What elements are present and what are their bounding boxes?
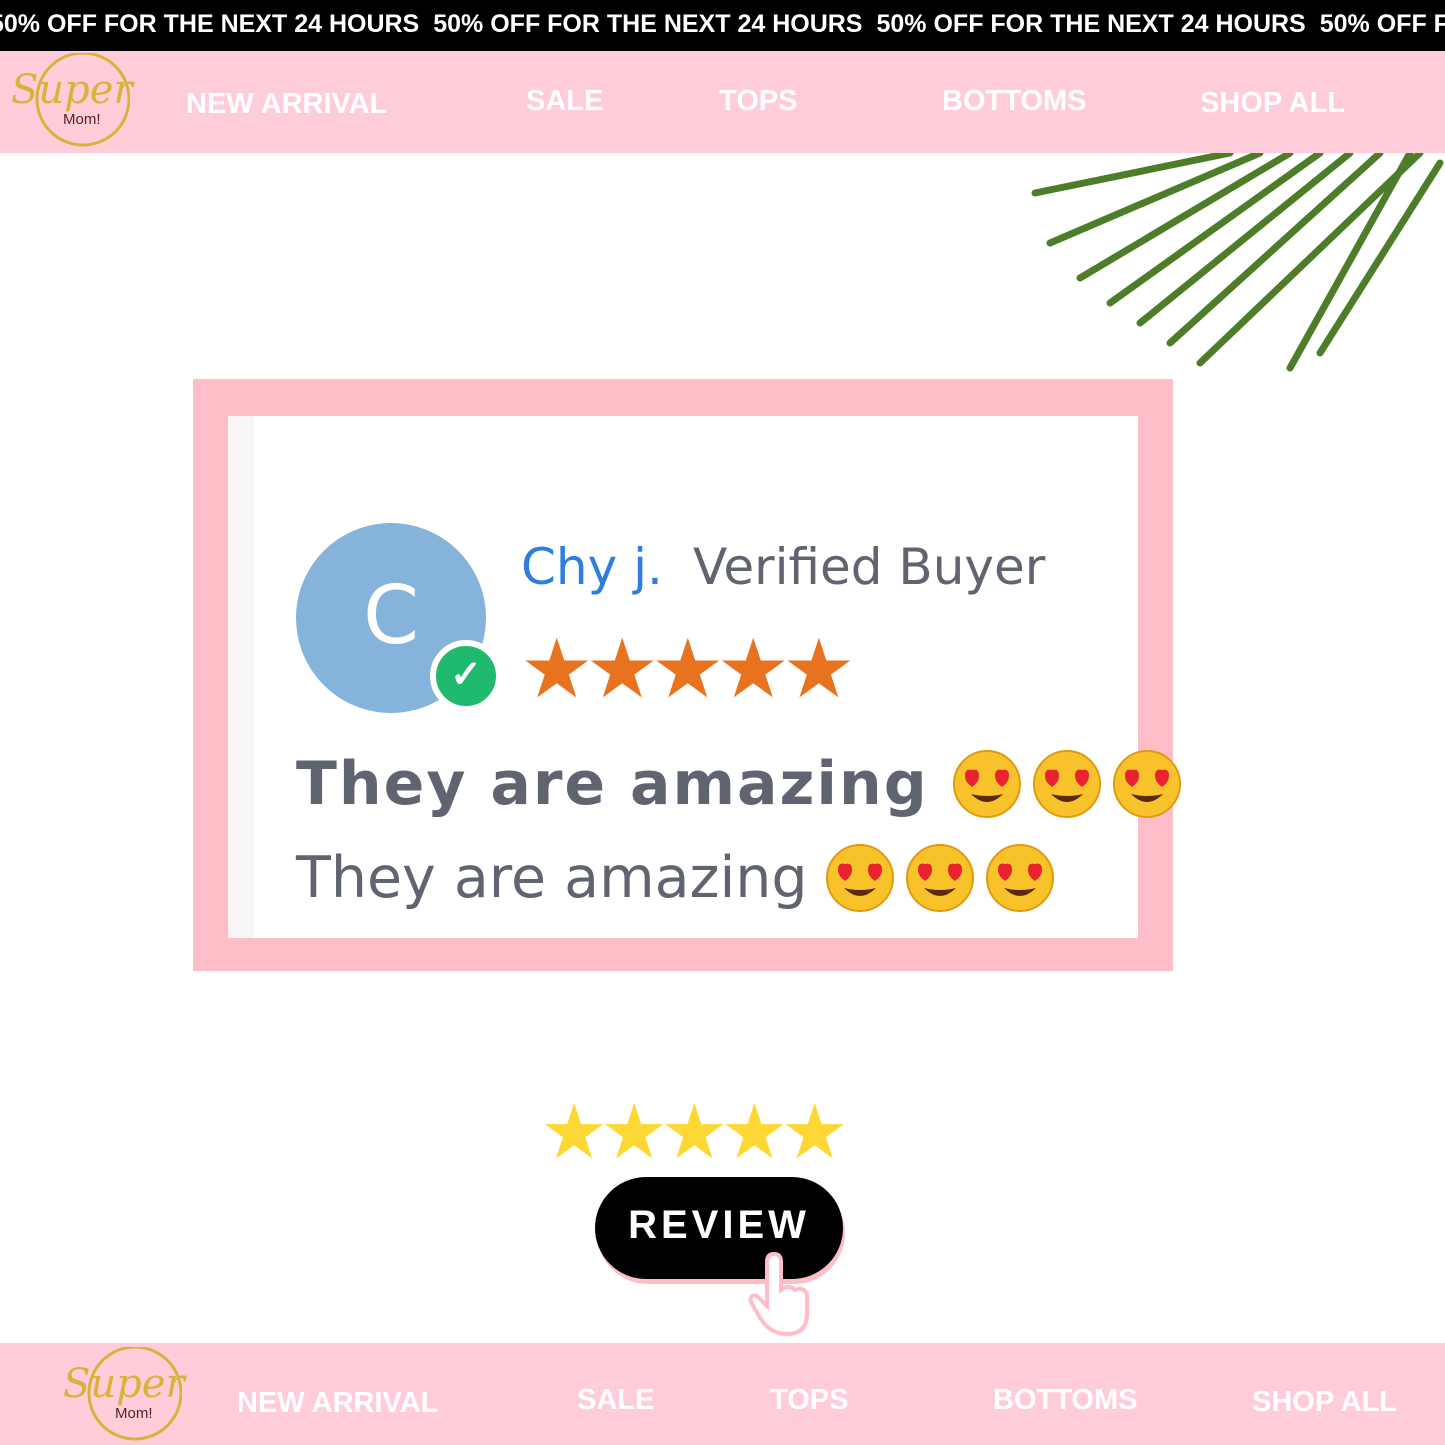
nav-tops[interactable]: TOPS [770,1384,848,1417]
promo-text: 50% OFF FOR THE NEXT 24 HOURS [876,10,1306,38]
nav-bottoms[interactable]: BOTTOMS [942,85,1086,118]
pointer-hand-icon [748,1251,809,1337]
star-icon: ★ [600,1090,668,1175]
logo[interactable]: Super Mom! [57,1347,185,1442]
nav-sale[interactable]: SALE [526,85,603,118]
review-text-line: They are amazing [296,749,929,819]
star-icon: ★ [651,624,724,715]
star-icon: ★ [660,1090,728,1175]
nav-tops[interactable]: TOPS [719,85,797,118]
nav-new-arrival[interactable]: NEW ARRIVAL [237,1387,438,1420]
logo-text: Super [63,1361,185,1407]
reviewer-name: Chy j. [521,538,663,596]
nav-bottoms[interactable]: BOTTOMS [993,1384,1137,1417]
palm-leaf-decoration [1031,153,1444,372]
heart-eyes-emoji-icon [1031,748,1103,820]
bottom-nav: Super Mom! NEW ARRIVAL SALE TOPS BOTTOMS… [0,1343,1445,1445]
promo-text: 50% OFF FOR THE NEXT 24 HOURS [0,10,420,38]
review-rating-stars: ★★★★★ [520,624,856,715]
promo-text: 50% OFF FOR THE NEXT 24 HOURS [433,10,863,38]
nav-shop-all[interactable]: SHOP ALL [1200,87,1345,120]
star-icon: ★ [782,624,855,715]
heart-eyes-emoji-icon [904,842,976,914]
promo-text: 50% OFF FOR THE NEXT 24 HOURS [1319,10,1445,38]
verified-check-icon: ✓ [430,640,502,712]
star-icon: ★ [720,1090,788,1175]
star-icon: ★ [716,624,790,715]
top-nav: Super Mom! NEW ARRIVAL SALE TOPS BOTTOMS… [0,51,1445,153]
heart-eyes-emoji-icon [951,748,1023,820]
promo-ticker: 50% OFF FOR THE NEXT 24 HOURS 50% OFF FOR… [0,0,1445,51]
star-icon: ★ [540,1090,608,1175]
nav-shop-all[interactable]: SHOP ALL [1252,1386,1397,1419]
heart-eyes-emoji-icon [824,842,896,914]
star-icon: ★ [585,624,659,715]
logo-text: Super [11,67,133,113]
logo-sub: Mom! [63,111,101,128]
review-text: They are amazing [296,842,1056,914]
review-text: They are amazing [296,748,1183,820]
heart-eyes-emoji-icon [984,842,1056,914]
logo-sub: Mom! [115,1405,153,1422]
review-text-line: They are amazing [296,845,808,911]
verified-buyer-label: Verified Buyer [693,538,1046,596]
nav-new-arrival[interactable]: NEW ARRIVAL [186,88,387,121]
logo[interactable]: Super Mom! [5,53,133,148]
nav-sale[interactable]: SALE [577,1384,654,1417]
cta-rating-stars: ★★★★★ [540,1090,849,1175]
star-icon: ★ [520,624,593,715]
star-icon: ★ [780,1090,849,1175]
heart-eyes-emoji-icon [1111,748,1183,820]
